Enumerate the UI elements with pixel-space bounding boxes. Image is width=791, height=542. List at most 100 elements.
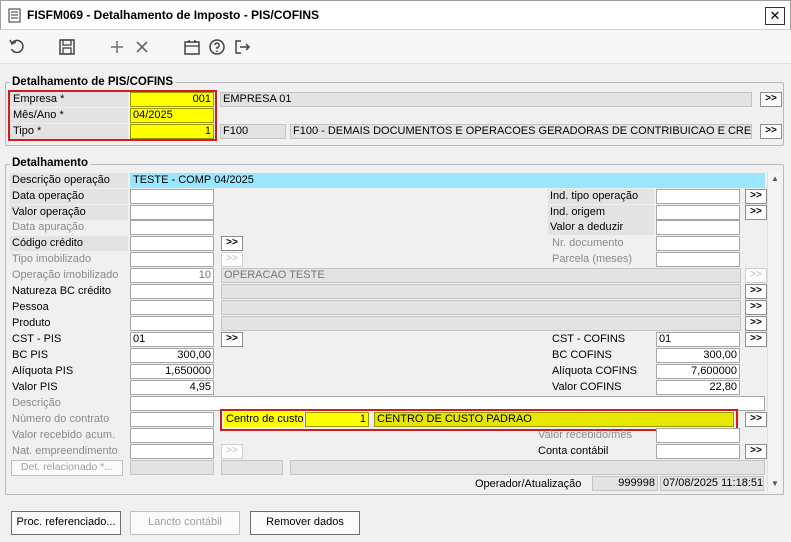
valor-cofins-field[interactable]: 22,80 [656, 380, 740, 395]
bc-pis-field[interactable]: 300,00 [130, 348, 214, 363]
parcela-meses-field[interactable] [656, 252, 740, 267]
refresh-icon[interactable] [7, 37, 27, 57]
valor-pis-field[interactable]: 4,95 [130, 380, 214, 395]
cst-pis-lookup-button[interactable]: >> [221, 332, 243, 347]
pessoa-field[interactable] [130, 300, 214, 315]
valor-recebido-acum-label: Valor recebido acum. [12, 429, 116, 441]
tipo-description: F100 - DEMAIS DOCUMENTOS E OPERACOES GER… [290, 124, 752, 139]
header-group-title: Detalhamento de PIS/COFINS [10, 76, 176, 88]
highlight-marker-header [8, 90, 217, 141]
pessoa-lookup-button[interactable]: >> [745, 300, 767, 315]
close-button[interactable]: ✕ [765, 7, 785, 25]
tipo-imobilizado-lookup-button[interactable]: >> [221, 252, 243, 267]
det-relacionado-button[interactable]: Det. relacionado *... [11, 460, 123, 476]
descricao-operacao-label: Descrição operação [10, 173, 128, 188]
bc-cofins-field[interactable]: 300,00 [656, 348, 740, 363]
tipo-imobilizado-label: Tipo imobilizado [12, 253, 92, 265]
produto-lookup-button[interactable]: >> [745, 316, 767, 331]
empresa-lookup-button[interactable]: >> [760, 92, 782, 107]
ind-tipo-operacao-field[interactable] [656, 189, 740, 204]
operacao-imobilizado-field[interactable]: 10 [130, 268, 214, 283]
conta-contabil-field[interactable] [656, 444, 740, 459]
natureza-lookup-button[interactable]: >> [745, 284, 767, 299]
produto-label: Produto [12, 317, 51, 329]
produto-field[interactable] [130, 316, 214, 331]
nat-empreendimento-label: Nat. empreendimento [12, 445, 118, 457]
nr-documento-label: Nr. documento [552, 237, 624, 249]
natureza-bc-credito-field[interactable] [130, 284, 214, 299]
bc-cofins-label: BC COFINS [552, 349, 612, 361]
det-relacionado-code [221, 460, 283, 475]
det-relacionado-description [290, 460, 765, 475]
tipo-lookup-button[interactable]: >> [760, 124, 782, 139]
codigo-credito-label: Código crédito [10, 236, 128, 251]
descricao-operacao-field[interactable]: TESTE - COMP 04/2025 [130, 173, 765, 188]
pessoa-label: Pessoa [12, 301, 49, 313]
codigo-credito-lookup-button[interactable]: >> [221, 236, 243, 251]
ind-tipo-operacao-lookup-button[interactable]: >> [745, 189, 767, 204]
conta-contabil-label: Conta contábil [538, 445, 609, 457]
codigo-credito-field[interactable] [130, 236, 214, 251]
natureza-bc-credito-description [221, 284, 741, 299]
data-operacao-label: Data operação [10, 189, 128, 204]
data-apuracao-label: Data apuração [12, 221, 85, 233]
atualizacao-field: 07/08/2025 11:18:51 [660, 476, 764, 491]
valor-deduzir-label: Valor a deduzir [548, 220, 654, 235]
aliquota-pis-field[interactable]: 1,650000 [130, 364, 214, 379]
valor-operacao-label: Valor operação [10, 205, 128, 220]
proc-referenciado-button[interactable]: Proc. referenciado... [11, 511, 121, 535]
nr-documento-field[interactable] [656, 236, 740, 251]
nat-empreendimento-lookup-button[interactable]: >> [221, 444, 243, 459]
cst-pis-field[interactable]: 01 [130, 332, 214, 347]
detail-group-title: Detalhamento [10, 157, 91, 169]
delete-icon[interactable] [132, 37, 152, 57]
remover-dados-button[interactable]: Remover dados [250, 511, 360, 535]
lancto-contabil-button[interactable]: Lancto contábil [130, 511, 240, 535]
valor-deduzir-field[interactable] [656, 220, 740, 235]
valor-cofins-label: Valor COFINS [552, 381, 622, 393]
natureza-bc-credito-label: Natureza BC crédito [12, 285, 112, 297]
centro-custo-lookup-button[interactable]: >> [745, 412, 767, 427]
valor-operacao-field[interactable] [130, 205, 214, 220]
valor-pis-label: Valor PIS [12, 381, 58, 393]
aliquota-pis-label: Alíquota PIS [12, 365, 74, 377]
data-operacao-field[interactable] [130, 189, 214, 204]
ind-origem-lookup-button[interactable]: >> [745, 205, 767, 220]
cst-pis-label: CST - PIS [12, 333, 62, 345]
produto-description [221, 316, 741, 331]
operador-label: Operador/Atualização [475, 478, 582, 490]
window-title: FISFM069 - Detalhamento de Imposto - PIS… [27, 8, 320, 22]
cst-cofins-lookup-button[interactable]: >> [745, 332, 767, 347]
numero-contrato-field[interactable] [130, 412, 214, 427]
add-icon[interactable] [107, 37, 127, 57]
ind-origem-field[interactable] [656, 205, 740, 220]
operacao-imobilizado-lookup-button[interactable]: >> [745, 268, 767, 283]
scroll-down-icon[interactable]: ▼ [768, 477, 782, 491]
tipo-imobilizado-field[interactable] [130, 252, 214, 267]
bc-pis-label: BC PIS [12, 349, 49, 361]
det-relacionado-field [130, 460, 214, 475]
document-icon [8, 8, 22, 23]
valor-recebido-mes-label: Valor recebido/mês [538, 429, 632, 441]
ind-tipo-operacao-label: Ind. tipo operação [548, 189, 654, 204]
parcela-meses-label: Parcela (meses) [552, 253, 633, 265]
cst-cofins-field[interactable]: 01 [656, 332, 740, 347]
help-icon[interactable] [207, 37, 227, 57]
data-apuracao-field[interactable] [130, 220, 214, 235]
scroll-up-icon[interactable]: ▲ [768, 172, 782, 186]
save-icon[interactable] [57, 37, 77, 57]
conta-contabil-lookup-button[interactable]: >> [745, 444, 767, 459]
valor-recebido-acum-field[interactable] [130, 428, 214, 443]
calendar-icon[interactable] [182, 37, 202, 57]
vertical-scrollbar[interactable]: ▲ ▼ [767, 172, 781, 491]
ind-origem-label: Ind. origem [548, 205, 654, 220]
numero-contrato-label: Número do contrato [12, 413, 110, 425]
operacao-imobilizado-label: Operação imobilizado [12, 269, 119, 281]
aliquota-cofins-field[interactable]: 7,600000 [656, 364, 740, 379]
nat-empreendimento-field[interactable] [130, 444, 214, 459]
exit-icon[interactable] [232, 37, 252, 57]
empresa-description: EMPRESA 01 [220, 92, 752, 107]
operacao-imobilizado-description: OPERACAO TESTE [221, 268, 741, 283]
descricao-label: Descrição [12, 397, 61, 409]
valor-recebido-mes-field[interactable] [656, 428, 740, 443]
